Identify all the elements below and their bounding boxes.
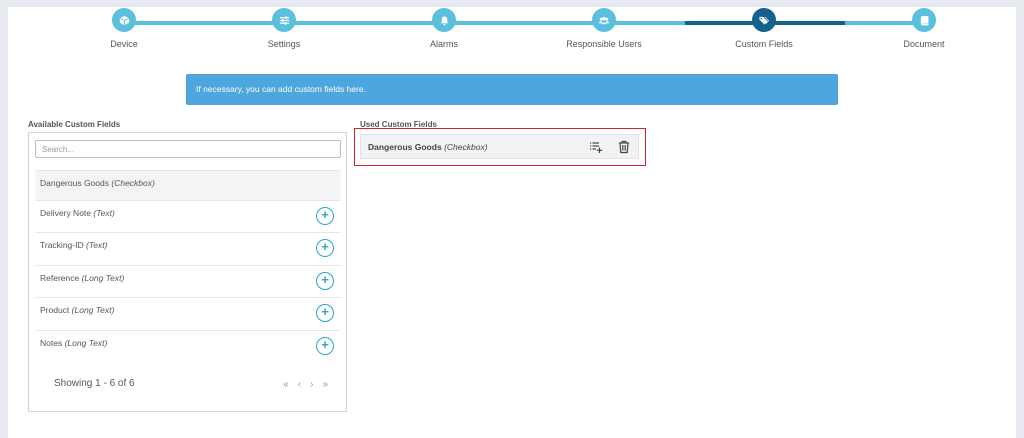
step-circle [432, 8, 456, 32]
step-responsible-users[interactable]: Responsible Users [519, 8, 689, 49]
add-field-button[interactable]: + [316, 239, 334, 257]
field-label: Product (Long Text) [40, 305, 115, 315]
list-add-icon[interactable] [589, 140, 603, 154]
pagination: « ‹ › » [274, 379, 328, 390]
step-label: Responsible Users [566, 39, 642, 49]
available-fields-title: Available Custom Fields [28, 120, 121, 129]
list-item: Notes (Long Text) + [35, 330, 341, 363]
used-field-item: Dangerous Goods (Checkbox) [360, 134, 639, 159]
trash-icon[interactable] [617, 140, 631, 154]
tags-icon [759, 16, 770, 25]
available-fields-panel: Dangerous Goods (Checkbox) Delivery Note… [28, 132, 347, 412]
step-label: Device [110, 39, 138, 49]
last-page-button[interactable]: » [322, 379, 328, 390]
step-circle [752, 8, 776, 32]
bell-icon [440, 15, 448, 25]
step-circle [592, 8, 616, 32]
step-circle [272, 8, 296, 32]
list-item: Product (Long Text) + [35, 297, 341, 330]
list-item: Delivery Note (Text) + [35, 200, 341, 232]
step-settings[interactable]: Settings [199, 8, 369, 49]
step-document[interactable]: Document [839, 8, 1009, 49]
field-label: Tracking-ID (Text) [40, 240, 108, 250]
add-field-button[interactable]: + [316, 207, 334, 225]
step-label: Alarms [429, 39, 458, 49]
add-field-button[interactable]: + [316, 337, 334, 355]
list-item: Dangerous Goods (Checkbox) [35, 170, 341, 200]
sliders-icon [279, 15, 289, 25]
field-label: Dangerous Goods (Checkbox) [368, 142, 488, 152]
prev-page-button[interactable]: ‹ [298, 379, 301, 390]
wizard-stepper: Device Settings Alarms Responsible Users [8, 7, 1016, 57]
step-circle [112, 8, 136, 32]
step-alarms[interactable]: Alarms [359, 8, 529, 49]
page: Device Settings Alarms Responsible Users [8, 7, 1016, 438]
add-field-button[interactable]: + [316, 272, 334, 290]
search-input[interactable] [35, 140, 341, 158]
field-label: Dangerous Goods (Checkbox) [40, 178, 155, 188]
info-banner: If necessary, you can add custom fields … [186, 74, 838, 105]
used-fields-highlight: Dangerous Goods (Checkbox) [354, 128, 646, 166]
step-label: Custom Fields [735, 39, 793, 49]
list-item: Reference (Long Text) + [35, 265, 341, 297]
pagination-summary: Showing 1 - 6 of 6 [54, 378, 135, 389]
step-circle [912, 8, 936, 32]
step-label: Settings [267, 39, 301, 49]
field-label: Reference (Long Text) [40, 273, 125, 283]
step-label: Document [903, 39, 945, 49]
book-icon [920, 15, 928, 25]
step-device[interactable]: Device [39, 8, 209, 49]
first-page-button[interactable]: « [283, 379, 289, 390]
add-field-button[interactable]: + [316, 304, 334, 322]
field-label: Notes (Long Text) [40, 338, 108, 348]
field-label: Delivery Note (Text) [40, 208, 115, 218]
cube-icon [119, 15, 129, 25]
next-page-button[interactable]: › [310, 379, 313, 390]
users-icon [598, 16, 610, 24]
step-custom-fields[interactable]: Custom Fields [679, 8, 849, 49]
list-item: Tracking-ID (Text) + [35, 232, 341, 265]
